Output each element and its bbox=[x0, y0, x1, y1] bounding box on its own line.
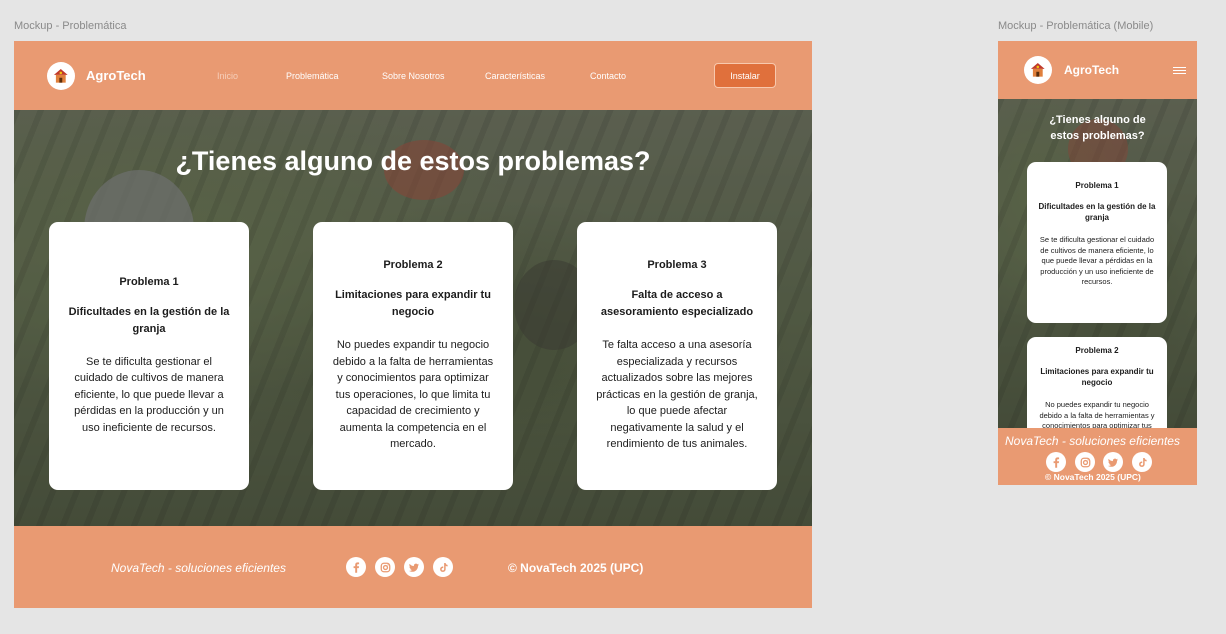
problem-card: Problema 3 Falta de acceso a asesoramien… bbox=[577, 222, 777, 490]
mobile-mockup: AgroTech ¿Tienes alguno de estos problem… bbox=[998, 41, 1197, 485]
navbar: AgroTech Inicio Problemática Sobre Nosot… bbox=[14, 41, 812, 110]
nav-item-sobre-nosotros[interactable]: Sobre Nosotros bbox=[382, 71, 445, 81]
menu-icon[interactable] bbox=[1173, 67, 1186, 74]
problem-card: Problema 2 Limitaciones para expandir tu… bbox=[1027, 337, 1167, 428]
brand-name[interactable]: AgroTech bbox=[86, 68, 146, 83]
card-title: Problema 1 bbox=[119, 275, 179, 288]
nav-item-inicio[interactable]: Inicio bbox=[217, 71, 238, 81]
desktop-mockup: AgroTech Inicio Problemática Sobre Nosot… bbox=[14, 41, 812, 608]
card-body: No puedes expandir tu negocio debido a l… bbox=[1039, 400, 1155, 428]
problem-card: Problema 1 Dificultades en la gestión de… bbox=[49, 222, 249, 490]
mobile-navbar: AgroTech bbox=[998, 41, 1197, 99]
card-subtitle: Falta de acceso a asesoramiento especial… bbox=[600, 288, 754, 318]
card-subtitle: Dificultades en la gestión de la granja bbox=[1038, 202, 1156, 222]
logo-icon[interactable] bbox=[1024, 56, 1052, 84]
brand-name[interactable]: AgroTech bbox=[1064, 63, 1119, 77]
mobile-frame-label: Mockup - Problemática (Mobile) bbox=[998, 20, 1154, 32]
footer-tagline: NovaTech - soluciones eficientes bbox=[1005, 434, 1180, 448]
hero-title: ¿Tienes alguno de estos problemas? bbox=[175, 146, 651, 176]
card-subtitle: Dificultades en la gestión de la granja bbox=[68, 305, 230, 335]
card-subtitle: Limitaciones para expandir tu negocio bbox=[1040, 367, 1154, 387]
logo-icon[interactable] bbox=[47, 62, 75, 90]
footer-copyright: © NovaTech 2025 (UPC) bbox=[1045, 472, 1141, 482]
mobile-hero-section: ¿Tienes alguno de estos problemas? Probl… bbox=[998, 99, 1197, 428]
tiktok-icon[interactable] bbox=[433, 557, 453, 577]
footer-copyright: © NovaTech 2025 (UPC) bbox=[508, 561, 644, 575]
card-title: Problema 2 bbox=[383, 258, 443, 271]
nav-item-contacto[interactable]: Contacto bbox=[590, 71, 626, 81]
problem-card: Problema 1 Dificultades en la gestión de… bbox=[1027, 162, 1167, 323]
instagram-icon[interactable] bbox=[375, 557, 395, 577]
twitter-icon[interactable] bbox=[1103, 452, 1123, 472]
nav-item-problematica[interactable]: Problemática bbox=[286, 71, 339, 81]
mobile-footer: NovaTech - soluciones eficientes © NovaT… bbox=[998, 428, 1197, 485]
card-body: No puedes expandir tu negocio debido a l… bbox=[332, 338, 494, 451]
instagram-icon[interactable] bbox=[1075, 452, 1095, 472]
card-title: Problema 1 bbox=[1075, 181, 1119, 190]
card-body: Se te dificulta gestionar el cuidado de … bbox=[74, 355, 224, 434]
tiktok-icon[interactable] bbox=[1132, 452, 1152, 472]
install-button[interactable]: Instalar bbox=[714, 63, 776, 88]
footer: NovaTech - soluciones eficientes © NovaT… bbox=[14, 526, 812, 608]
card-title: Problema 2 bbox=[1075, 346, 1119, 355]
desktop-frame-label: Mockup - Problemática bbox=[14, 20, 127, 32]
nav-item-caracteristicas[interactable]: Características bbox=[485, 71, 545, 81]
facebook-icon[interactable] bbox=[1046, 452, 1066, 472]
hero-title: ¿Tienes alguno de estos problemas? bbox=[1049, 114, 1146, 142]
twitter-icon[interactable] bbox=[404, 557, 424, 577]
card-title: Problema 3 bbox=[647, 258, 707, 271]
card-body: Te falta acceso a una asesoría especiali… bbox=[596, 338, 758, 451]
card-body: Se te dificulta gestionar el cuidado de … bbox=[1039, 235, 1155, 286]
card-subtitle: Limitaciones para expandir tu negocio bbox=[335, 288, 491, 318]
facebook-icon[interactable] bbox=[346, 557, 366, 577]
problem-card: Problema 2 Limitaciones para expandir tu… bbox=[313, 222, 513, 490]
footer-tagline: NovaTech - soluciones eficientes bbox=[111, 561, 286, 575]
